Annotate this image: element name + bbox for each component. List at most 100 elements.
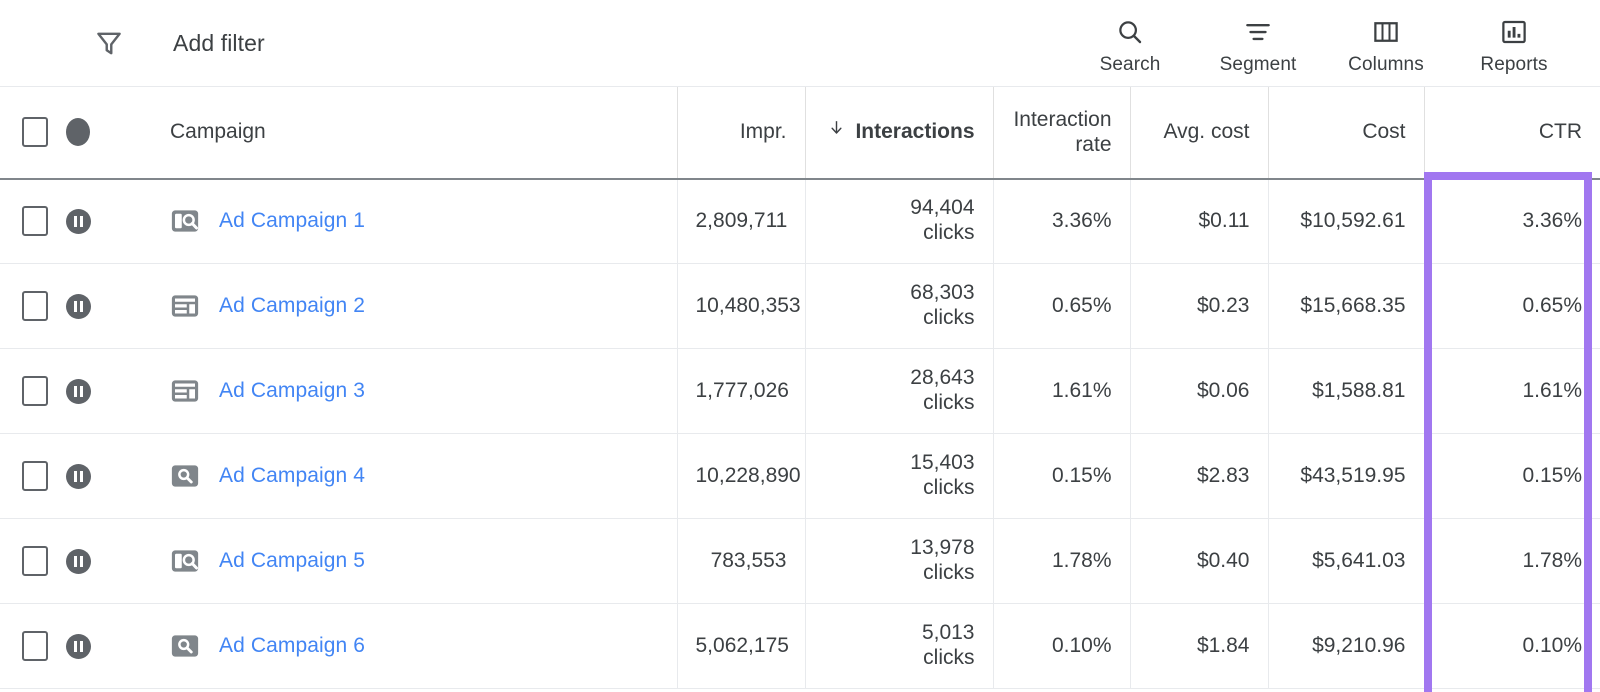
table-toolbar: Add filter Search: [0, 0, 1600, 86]
impr-cell: 5,062,175: [677, 604, 805, 689]
ctr-cell: 0.15%: [1424, 434, 1600, 519]
pause-status-icon[interactable]: [66, 379, 91, 404]
segment-label: Segment: [1220, 54, 1297, 76]
interactions-value: 94,404: [910, 196, 974, 219]
status-header: [62, 87, 118, 179]
status-dot-icon: [66, 118, 90, 146]
impr-cell: 1,777,026: [677, 349, 805, 434]
avg-cost-column-header[interactable]: Avg. cost: [1130, 87, 1268, 179]
row-checkbox[interactable]: [22, 461, 48, 491]
cost-cell: $15,668.35: [1268, 264, 1424, 349]
interaction-rate-line2: rate: [1075, 133, 1111, 156]
ctr-column-header[interactable]: CTR: [1424, 87, 1600, 179]
ctr-cell: 3.36%: [1424, 179, 1600, 264]
row-checkbox[interactable]: [22, 546, 48, 576]
campaign-name-cell: Ad Campaign 5: [118, 519, 677, 604]
interactions-cell: 13,978clicks: [805, 519, 993, 604]
campaign-column-header[interactable]: Campaign: [118, 87, 677, 179]
row-status-cell: [62, 604, 118, 689]
columns-icon: [1371, 17, 1401, 47]
add-filter-label: Add filter: [173, 30, 265, 57]
interaction-rate-cell: 1.61%: [993, 349, 1130, 434]
row-checkbox[interactable]: [22, 291, 48, 321]
table-row: Ad Campaign 410,228,89015,403clicks0.15%…: [0, 434, 1600, 519]
row-select-cell: [0, 434, 62, 519]
cost-cell: $10,592.61: [1268, 179, 1424, 264]
interaction-rate-cell: 1.78%: [993, 519, 1130, 604]
select-all-header: [0, 87, 62, 179]
filter-funnel-icon: [92, 26, 126, 60]
add-filter-button[interactable]: Add filter: [92, 0, 265, 86]
interactions-value: 13,978: [910, 536, 974, 559]
search-button[interactable]: Search: [1066, 0, 1194, 86]
interactions-unit: clicks: [824, 306, 975, 331]
row-status-cell: [62, 349, 118, 434]
ctr-cell: 1.61%: [1424, 349, 1600, 434]
avg-cost-cell: $0.06: [1130, 349, 1268, 434]
interactions-value: 68,303: [910, 281, 974, 304]
pause-status-icon[interactable]: [66, 209, 91, 234]
interactions-cell: 28,643clicks: [805, 349, 993, 434]
select-all-checkbox[interactable]: [22, 117, 48, 147]
columns-label: Columns: [1348, 54, 1424, 76]
interactions-value: 15,403: [910, 451, 974, 474]
avg-cost-cell: $0.11: [1130, 179, 1268, 264]
pause-status-icon[interactable]: [66, 549, 91, 574]
table-row: Ad Campaign 65,062,1755,013clicks0.10%$1…: [0, 604, 1600, 689]
cost-cell: $1,588.81: [1268, 349, 1424, 434]
segment-button[interactable]: Segment: [1194, 0, 1322, 86]
search-campaign-icon: [170, 461, 200, 491]
columns-button[interactable]: Columns: [1322, 0, 1450, 86]
ctr-cell: 0.65%: [1424, 264, 1600, 349]
reports-button[interactable]: Reports: [1450, 0, 1578, 86]
search-icon: [1115, 17, 1145, 47]
row-status-cell: [62, 434, 118, 519]
row-checkbox[interactable]: [22, 631, 48, 661]
avg-cost-cell: $0.40: [1130, 519, 1268, 604]
campaign-link[interactable]: Ad Campaign 6: [219, 634, 365, 658]
row-checkbox[interactable]: [22, 376, 48, 406]
impr-column-header[interactable]: Impr.: [677, 87, 805, 179]
campaign-table-screen: Add filter Search: [0, 0, 1600, 692]
row-checkbox[interactable]: [22, 206, 48, 236]
interaction-rate-column-header[interactable]: Interaction rate: [993, 87, 1130, 179]
cost-column-header[interactable]: Cost: [1268, 87, 1424, 179]
row-select-cell: [0, 519, 62, 604]
reports-label: Reports: [1480, 54, 1547, 76]
avg-cost-cell: $1.84: [1130, 604, 1268, 689]
search-display-campaign-icon: [170, 206, 200, 236]
sort-descending-arrow-icon: [827, 118, 846, 143]
campaign-link[interactable]: Ad Campaign 4: [219, 464, 365, 488]
campaign-name-cell: Ad Campaign 1: [118, 179, 677, 264]
pause-status-icon[interactable]: [66, 464, 91, 489]
campaign-link[interactable]: Ad Campaign 3: [219, 379, 365, 403]
interactions-unit: clicks: [824, 646, 975, 671]
ctr-cell: 0.10%: [1424, 604, 1600, 689]
campaign-link[interactable]: Ad Campaign 1: [219, 209, 365, 233]
table-body: Ad Campaign 12,809,71194,404clicks3.36%$…: [0, 179, 1600, 689]
campaign-link[interactable]: Ad Campaign 2: [219, 294, 365, 318]
interactions-column-header[interactable]: Interactions: [805, 87, 993, 179]
impr-cell: 10,480,353: [677, 264, 805, 349]
display-campaign-icon: [170, 376, 200, 406]
header-row: Campaign Impr. Interactions: [0, 87, 1600, 179]
cost-cell: $5,641.03: [1268, 519, 1424, 604]
search-campaign-icon: [170, 631, 200, 661]
pause-status-icon[interactable]: [66, 294, 91, 319]
cost-cell: $43,519.95: [1268, 434, 1424, 519]
row-select-cell: [0, 179, 62, 264]
campaign-link[interactable]: Ad Campaign 5: [219, 549, 365, 573]
interactions-cell: 94,404clicks: [805, 179, 993, 264]
impr-cell: 2,809,711: [677, 179, 805, 264]
campaign-name-cell: Ad Campaign 4: [118, 434, 677, 519]
table-row: Ad Campaign 12,809,71194,404clicks3.36%$…: [0, 179, 1600, 264]
interactions-unit: clicks: [824, 476, 975, 501]
row-status-cell: [62, 179, 118, 264]
avg-cost-cell: $0.23: [1130, 264, 1268, 349]
search-label: Search: [1100, 54, 1161, 76]
toolbar-actions: Search Segment: [1066, 0, 1578, 86]
campaign-name-cell: Ad Campaign 3: [118, 349, 677, 434]
interaction-rate-cell: 0.10%: [993, 604, 1130, 689]
pause-status-icon[interactable]: [66, 634, 91, 659]
interaction-rate-cell: 0.15%: [993, 434, 1130, 519]
